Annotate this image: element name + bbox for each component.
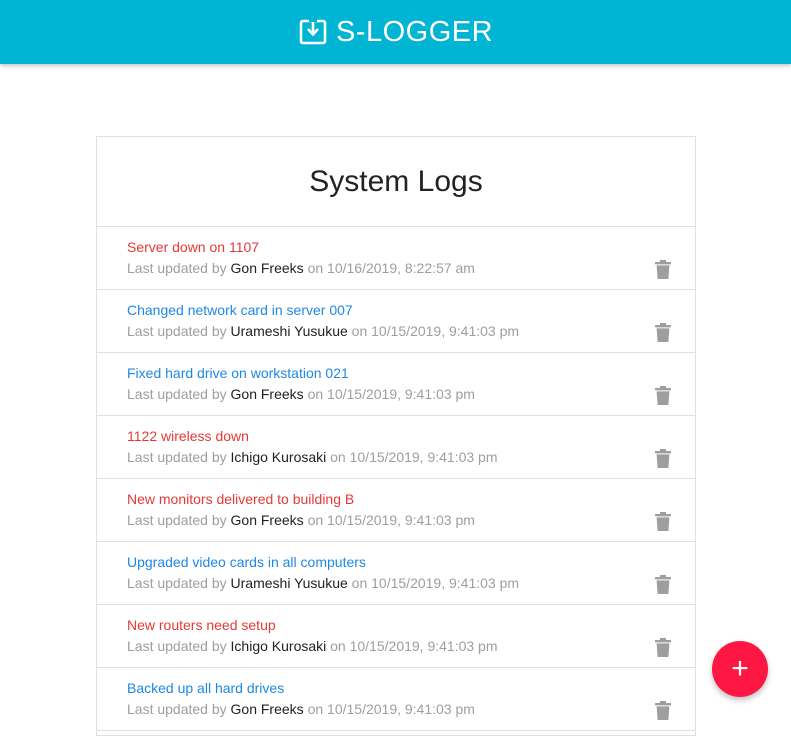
log-item: Server down on 1107 Last updated by Gon F…	[97, 227, 695, 290]
on-label: on	[351, 323, 368, 339]
log-date: 10/15/2019, 9:41:03 pm	[327, 512, 475, 528]
tech-name: Gon Freeks	[230, 386, 304, 402]
log-item: New monitors delivered to building B Last…	[97, 479, 695, 542]
log-date: 10/16/2019, 8:22:57 am	[327, 260, 475, 276]
delete-icon[interactable]	[655, 260, 671, 279]
log-date: 10/15/2019, 9:41:03 pm	[349, 449, 498, 465]
delete-icon[interactable]	[655, 512, 671, 531]
on-label: on	[351, 575, 368, 591]
on-label: on	[307, 701, 324, 717]
log-message-link[interactable]: Server down on 1107	[127, 239, 695, 256]
on-label: on	[307, 512, 324, 528]
delete-icon[interactable]	[655, 323, 671, 342]
last-updated-label: Last updated by	[127, 386, 227, 402]
last-updated-label: Last updated by	[127, 323, 227, 339]
tech-name: Ichigo Kurosaki	[230, 449, 327, 465]
log-message-link[interactable]: 1122 wireless down	[127, 428, 695, 445]
last-updated-label: Last updated by	[127, 449, 227, 465]
on-label: on	[307, 260, 324, 276]
card-header: System Logs	[97, 137, 695, 227]
log-item: Backed up all hard drives Last updated by…	[97, 668, 695, 731]
log-meta: Last updated by Ichigo Kurosaki on 10/15…	[127, 449, 695, 466]
log-meta: Last updated by Gon Freeks on 10/15/2019…	[127, 512, 695, 529]
logs-card: System Logs Server down on 1107 Last upda…	[96, 136, 696, 736]
last-updated-label: Last updated by	[127, 512, 227, 528]
on-label: on	[330, 638, 346, 654]
log-message-link[interactable]: New monitors delivered to building B	[127, 491, 695, 508]
log-meta: Last updated by Gon Freeks on 10/15/2019…	[127, 386, 695, 403]
add-icon: +	[731, 652, 749, 685]
last-updated-label: Last updated by	[127, 260, 227, 276]
navbar: S-LOGGER	[0, 0, 791, 64]
log-item: New routers need setup Last updated by Ic…	[97, 605, 695, 668]
log-meta: Last updated by Gon Freeks on 10/16/2019…	[127, 260, 695, 277]
tech-name: Urameshi Yusukue	[230, 323, 348, 339]
log-meta: Last updated by Gon Freeks on 10/15/2019…	[127, 701, 695, 718]
tech-name: Gon Freeks	[230, 260, 304, 276]
log-date: 10/15/2019, 9:41:03 pm	[371, 323, 520, 339]
tech-name: Ichigo Kurosaki	[230, 638, 327, 654]
log-item: Fixed hard drive on workstation 021 Last …	[97, 353, 695, 416]
log-date: 10/15/2019, 9:41:03 pm	[371, 575, 520, 591]
delete-icon[interactable]	[655, 638, 671, 657]
tech-name: Urameshi Yusukue	[230, 575, 348, 591]
page-title: System Logs	[309, 164, 483, 198]
last-updated-label: Last updated by	[127, 575, 227, 591]
brand-logo[interactable]: S-LOGGER	[298, 16, 493, 49]
log-message-link[interactable]: Changed network card in server 007	[127, 302, 695, 319]
brand-text: S-LOGGER	[335, 15, 494, 48]
log-date: 10/15/2019, 9:41:03 pm	[327, 386, 475, 402]
log-message-link[interactable]: Upgraded video cards in all computers	[127, 554, 695, 571]
log-meta: Last updated by Urameshi Yusukue on 10/1…	[127, 323, 695, 340]
on-label: on	[307, 386, 324, 402]
log-meta: Last updated by Urameshi Yusukue on 10/1…	[127, 575, 695, 592]
log-list: Server down on 1107 Last updated by Gon F…	[97, 227, 695, 731]
tech-name: Gon Freeks	[230, 512, 304, 528]
log-item: Upgraded video cards in all computers Las…	[97, 542, 695, 605]
delete-icon[interactable]	[655, 386, 671, 405]
log-message-link[interactable]: New routers need setup	[127, 617, 695, 634]
system-update-icon	[298, 17, 328, 47]
log-meta: Last updated by Ichigo Kurosaki on 10/15…	[127, 638, 695, 655]
add-log-button[interactable]: +	[712, 641, 768, 697]
last-updated-label: Last updated by	[127, 701, 227, 717]
tech-name: Gon Freeks	[230, 701, 304, 717]
delete-icon[interactable]	[655, 449, 671, 468]
log-date: 10/15/2019, 9:41:03 pm	[349, 638, 498, 654]
log-message-link[interactable]: Backed up all hard drives	[127, 680, 695, 697]
log-item: 1122 wireless down Last updated by Ichigo…	[97, 416, 695, 479]
delete-icon[interactable]	[655, 575, 671, 594]
delete-icon[interactable]	[655, 701, 671, 720]
log-date: 10/15/2019, 9:41:03 pm	[327, 701, 475, 717]
log-message-link[interactable]: Fixed hard drive on workstation 021	[127, 365, 695, 382]
log-item: Changed network card in server 007 Last u…	[97, 290, 695, 353]
last-updated-label: Last updated by	[127, 638, 227, 654]
on-label: on	[330, 449, 346, 465]
